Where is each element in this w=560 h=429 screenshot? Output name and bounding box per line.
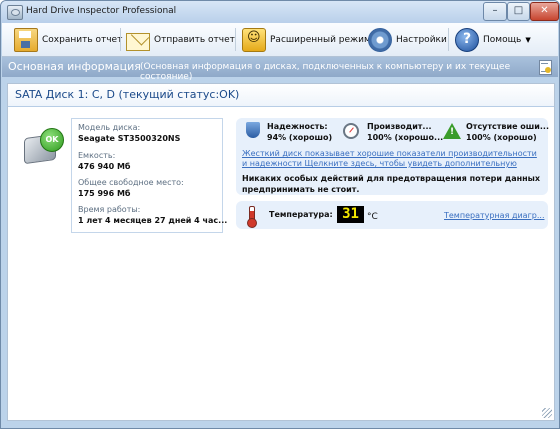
temperature-display: 31 [337, 206, 364, 223]
extended-mode-button[interactable]: Расширенный режим [242, 26, 371, 53]
temperature-diagram-link[interactable]: Температурная диагр... [444, 211, 544, 220]
save-report-button[interactable]: Сохранить отчет [14, 26, 122, 53]
window-title: Hard Drive Inspector Professional [26, 6, 177, 16]
health-panel: Надежность: 94% (хорошо) Производит... 1… [236, 118, 550, 195]
help-icon: ? [455, 27, 479, 52]
help-button[interactable]: ? Помощь ▼ [455, 26, 531, 53]
disk-title: SATA Диск 1: C, D (текущий статус:OK) [15, 88, 240, 101]
performance-value: 100% (хорошо... [367, 133, 444, 142]
temperature-label: Температура: [269, 210, 333, 219]
errors-label: Отсутствие оши... [466, 122, 550, 131]
title-bar: Hard Drive Inspector Professional – □ ✕ [1, 1, 559, 23]
help-label: Помощь [483, 34, 522, 45]
advice-text: Никаких особых действий для предотвращен… [242, 174, 541, 194]
temperature-unit: °C [367, 212, 378, 222]
uptime-value: 1 лет 4 месяцев 27 дней 4 час... [78, 216, 228, 225]
main-panel: SATA Диск 1: C, D (текущий статус:OK) OK… [7, 83, 555, 421]
hdd-icon: OK [24, 128, 64, 165]
chevron-down-icon: ▼ [525, 35, 531, 44]
thermometer-icon [247, 206, 257, 228]
details-link[interactable]: Жесткий диск показывает хорошие показате… [242, 149, 542, 169]
reliability-value: 94% (хорошо) [267, 133, 333, 142]
uptime-label: Время работы: [78, 205, 141, 214]
reliability-label: Надежность: [267, 122, 328, 131]
disk-header[interactable]: SATA Диск 1: C, D (текущий статус:OK) [8, 84, 554, 107]
errors-value: 100% (хорошо) [466, 133, 537, 142]
model-value: Seagate ST3500320NS [78, 134, 181, 143]
section-title: Основная информация [8, 60, 141, 73]
settings-label: Настройки [396, 34, 447, 45]
app-window: Hard Drive Inspector Professional – □ ✕ … [0, 0, 560, 429]
send-report-button[interactable]: Отправить отчет [126, 26, 235, 53]
free-space-label: Общее свободное место: [78, 178, 184, 187]
send-report-label: Отправить отчет [154, 34, 235, 45]
section-header: Основная информация (Основная информация… [2, 57, 558, 82]
model-label: Модель диска: [78, 123, 141, 132]
toolbar-divider [235, 28, 236, 51]
toolbar: Сохранить отчет Отправить отчет Расширен… [2, 23, 558, 57]
minimize-button[interactable]: – [483, 2, 507, 21]
capacity-value: 476 940 Мб [78, 162, 131, 171]
temperature-panel: Температура: 31 °C Температурная диагр..… [236, 201, 548, 229]
gear-icon [368, 27, 392, 52]
warning-icon [443, 123, 461, 139]
ok-badge: OK [40, 128, 64, 152]
toolbar-divider [120, 28, 121, 51]
performance-label: Производит... [367, 122, 432, 131]
section-subtitle: (Основная информация о дисках, подключен… [140, 62, 511, 82]
report-icon[interactable] [539, 60, 552, 75]
save-icon [14, 27, 38, 52]
save-report-label: Сохранить отчет [42, 34, 123, 45]
free-space-value: 175 996 Мб [78, 189, 131, 198]
app-icon[interactable] [7, 5, 23, 20]
extended-mode-icon [242, 27, 266, 52]
disk-info-box: Модель диска: Seagate ST3500320NS Емкост… [71, 118, 227, 233]
toolbar-divider [448, 28, 449, 51]
mail-icon [126, 32, 150, 51]
maximize-button[interactable]: □ [507, 2, 530, 21]
gauge-icon [343, 123, 359, 139]
settings-button[interactable]: Настройки [368, 26, 447, 53]
close-button[interactable]: ✕ [530, 2, 559, 21]
resize-grip[interactable] [542, 408, 552, 418]
capacity-label: Емкость: [78, 151, 116, 160]
extended-mode-label: Расширенный режим [270, 34, 371, 45]
shield-icon [246, 122, 260, 138]
